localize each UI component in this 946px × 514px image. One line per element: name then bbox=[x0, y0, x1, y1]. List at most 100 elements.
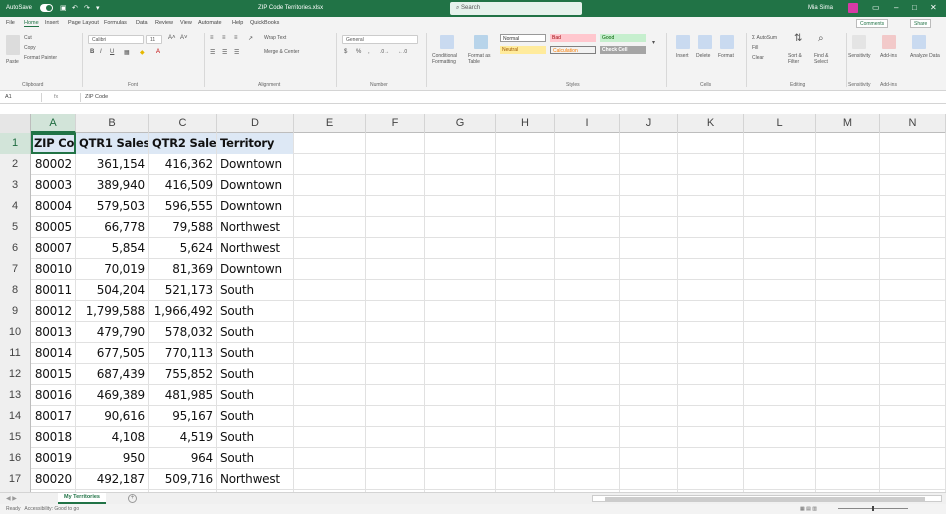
cell-h2[interactable] bbox=[496, 154, 555, 175]
find-select-button[interactable]: Find & Select bbox=[814, 53, 840, 65]
scrollbar-thumb[interactable] bbox=[605, 497, 925, 501]
cell-f8[interactable] bbox=[366, 280, 425, 301]
cell-m17[interactable] bbox=[816, 469, 880, 490]
cell-l3[interactable] bbox=[744, 175, 816, 196]
cell-a6[interactable]: 80007 bbox=[31, 238, 76, 259]
cell-m5[interactable] bbox=[816, 217, 880, 238]
style-good[interactable]: Good bbox=[600, 34, 646, 42]
cell-m11[interactable] bbox=[816, 343, 880, 364]
cell-e7[interactable] bbox=[294, 259, 366, 280]
close-icon[interactable]: ✕ bbox=[930, 3, 937, 12]
cell-f13[interactable] bbox=[366, 385, 425, 406]
top-align-icon[interactable]: ≡ bbox=[210, 35, 214, 41]
cell-i2[interactable] bbox=[555, 154, 620, 175]
cell-i14[interactable] bbox=[555, 406, 620, 427]
maximize-icon[interactable]: □ bbox=[912, 3, 917, 12]
cell-b13[interactable]: 469,389 bbox=[76, 385, 149, 406]
cell-h13[interactable] bbox=[496, 385, 555, 406]
cell-d4[interactable]: Downtown bbox=[217, 196, 294, 217]
cell-h4[interactable] bbox=[496, 196, 555, 217]
column-header-e[interactable]: E bbox=[294, 114, 366, 133]
cell-j6[interactable] bbox=[620, 238, 678, 259]
cell-g7[interactable] bbox=[425, 259, 496, 280]
cell-c5[interactable]: 79,588 bbox=[149, 217, 217, 238]
cell-n9[interactable] bbox=[880, 301, 946, 322]
cell-n3[interactable] bbox=[880, 175, 946, 196]
cell-c12[interactable]: 755,852 bbox=[149, 364, 217, 385]
cell-b15[interactable]: 4,108 bbox=[76, 427, 149, 448]
cell-f14[interactable] bbox=[366, 406, 425, 427]
cell-l13[interactable] bbox=[744, 385, 816, 406]
cell-i11[interactable] bbox=[555, 343, 620, 364]
cell-h6[interactable] bbox=[496, 238, 555, 259]
cell-n5[interactable] bbox=[880, 217, 946, 238]
cell-c6[interactable]: 5,624 bbox=[149, 238, 217, 259]
cell-i17[interactable] bbox=[555, 469, 620, 490]
comma-icon[interactable]: , bbox=[368, 49, 370, 55]
format-cells-icon[interactable] bbox=[720, 35, 734, 49]
cell-d17[interactable]: Northwest bbox=[217, 469, 294, 490]
cell-k6[interactable] bbox=[678, 238, 744, 259]
format-as-table-button[interactable]: Format as Table bbox=[468, 53, 496, 65]
cell-i4[interactable] bbox=[555, 196, 620, 217]
fill-color-icon[interactable]: ◆ bbox=[140, 49, 145, 56]
align-left-icon[interactable]: ☰ bbox=[210, 49, 215, 56]
grow-font-icon[interactable]: A˄ bbox=[168, 35, 176, 41]
row-header-13[interactable]: 13 bbox=[0, 385, 31, 406]
cell-l11[interactable] bbox=[744, 343, 816, 364]
cell-m12[interactable] bbox=[816, 364, 880, 385]
redo-icon[interactable]: ↷ bbox=[84, 4, 90, 12]
bottom-align-icon[interactable]: ≡ bbox=[234, 35, 238, 41]
cell-h5[interactable] bbox=[496, 217, 555, 238]
cell-m13[interactable] bbox=[816, 385, 880, 406]
column-header-i[interactable]: I bbox=[555, 114, 620, 133]
cell-f4[interactable] bbox=[366, 196, 425, 217]
column-header-d[interactable]: D bbox=[217, 114, 294, 133]
cell-e5[interactable] bbox=[294, 217, 366, 238]
view-buttons[interactable]: ▦ ▤ ▥ bbox=[800, 506, 817, 512]
cell-b14[interactable]: 90,616 bbox=[76, 406, 149, 427]
add-sheet-button[interactable]: + bbox=[128, 494, 137, 503]
formula-input[interactable]: ZIP Code bbox=[80, 93, 940, 102]
cell-l2[interactable] bbox=[744, 154, 816, 175]
cell-f16[interactable] bbox=[366, 448, 425, 469]
cell-g4[interactable] bbox=[425, 196, 496, 217]
select-all-corner[interactable] bbox=[0, 114, 31, 133]
cell-n6[interactable] bbox=[880, 238, 946, 259]
row-header-4[interactable]: 4 bbox=[0, 196, 31, 217]
cell-k17[interactable] bbox=[678, 469, 744, 490]
menu-review[interactable]: Review bbox=[155, 20, 173, 26]
cell-e8[interactable] bbox=[294, 280, 366, 301]
paste-icon[interactable] bbox=[6, 35, 20, 55]
cell-b1[interactable]: QTR1 Sales bbox=[76, 133, 149, 154]
cell-l4[interactable] bbox=[744, 196, 816, 217]
cell-h8[interactable] bbox=[496, 280, 555, 301]
cell-c3[interactable]: 416,509 bbox=[149, 175, 217, 196]
cell-b8[interactable]: 504,204 bbox=[76, 280, 149, 301]
cell-j14[interactable] bbox=[620, 406, 678, 427]
menu-formulas[interactable]: Formulas bbox=[104, 20, 127, 26]
cell-k1[interactable] bbox=[678, 133, 744, 154]
cell-g5[interactable] bbox=[425, 217, 496, 238]
cell-g9[interactable] bbox=[425, 301, 496, 322]
cell-a13[interactable]: 80016 bbox=[31, 385, 76, 406]
cell-d1[interactable]: Territory bbox=[217, 133, 294, 154]
cell-d16[interactable]: South bbox=[217, 448, 294, 469]
row-header-16[interactable]: 16 bbox=[0, 448, 31, 469]
bold-icon[interactable]: B bbox=[90, 49, 94, 55]
insert-cells-button[interactable]: Insert bbox=[676, 53, 689, 59]
cell-c13[interactable]: 481,985 bbox=[149, 385, 217, 406]
cell-n15[interactable] bbox=[880, 427, 946, 448]
cell-k3[interactable] bbox=[678, 175, 744, 196]
cell-m9[interactable] bbox=[816, 301, 880, 322]
menu-home[interactable]: Home bbox=[24, 20, 39, 27]
cell-e4[interactable] bbox=[294, 196, 366, 217]
cell-d5[interactable]: Northwest bbox=[217, 217, 294, 238]
cell-j10[interactable] bbox=[620, 322, 678, 343]
cell-a12[interactable]: 80015 bbox=[31, 364, 76, 385]
cell-f17[interactable] bbox=[366, 469, 425, 490]
cell-l12[interactable] bbox=[744, 364, 816, 385]
cell-i5[interactable] bbox=[555, 217, 620, 238]
cell-l17[interactable] bbox=[744, 469, 816, 490]
cell-l5[interactable] bbox=[744, 217, 816, 238]
